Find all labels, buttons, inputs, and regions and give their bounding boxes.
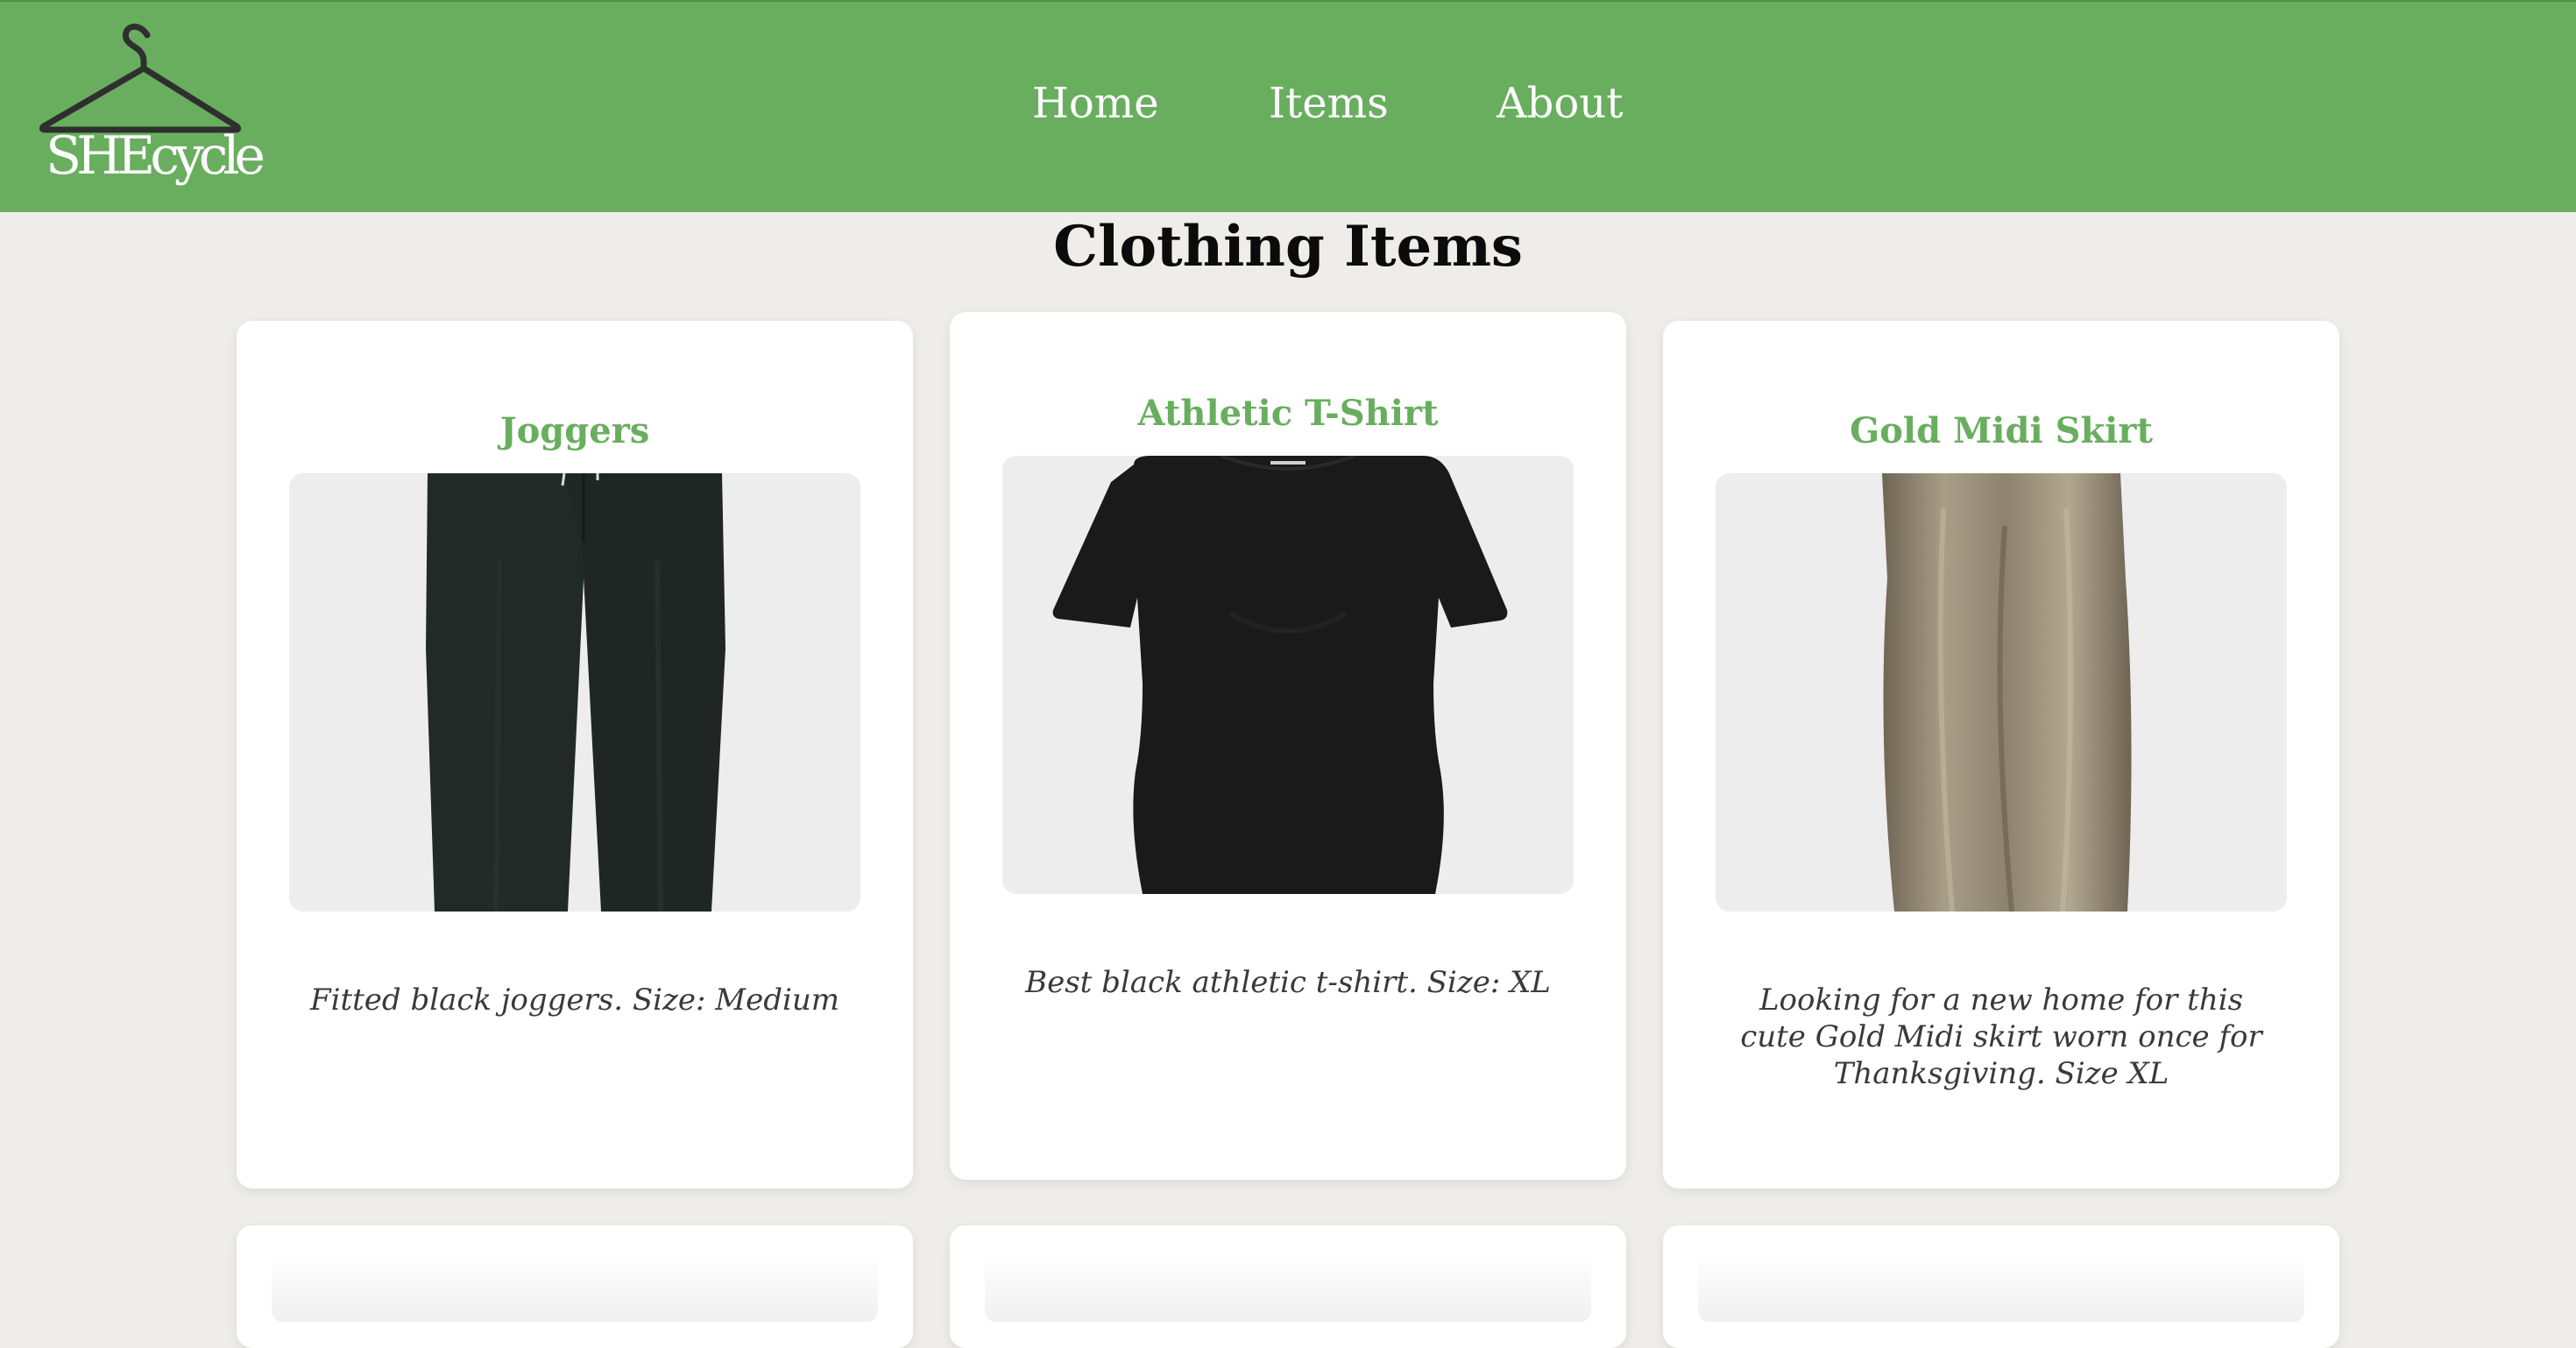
site-header: SHEcycle Home Items About	[0, 0, 2576, 212]
tshirt-image[interactable]	[1002, 456, 1574, 894]
item-card-athletic-tshirt[interactable]: Athletic T-Shirt Best black athletic t-s…	[950, 312, 1626, 1180]
item-description: Best black athletic t-shirt. Size: XL	[1025, 965, 1551, 1000]
joggers-image[interactable]	[289, 473, 860, 912]
item-image-placeholder	[272, 1252, 878, 1322]
item-image-placeholder	[1698, 1252, 2304, 1322]
nav-about-link[interactable]: About	[1497, 79, 1624, 130]
skirt-image[interactable]	[1716, 473, 2287, 912]
item-card[interactable]	[950, 1225, 1626, 1348]
item-card-gold-midi-skirt[interactable]: Gold Midi Skirt Looking for a new home f…	[1663, 321, 2339, 1188]
item-description: Fitted black joggers. Size: Medium	[310, 983, 839, 1018]
page-title: Clothing Items	[1053, 214, 1523, 280]
item-card-joggers[interactable]: Joggers Fitted black joggers. Size: Medi…	[237, 321, 913, 1188]
item-title[interactable]: Athletic T-Shirt	[950, 393, 1626, 435]
item-title[interactable]: Joggers	[237, 410, 913, 452]
item-title[interactable]: Gold Midi Skirt	[1663, 410, 2339, 452]
nav-items-link[interactable]: Items	[1269, 79, 1389, 130]
item-image-placeholder	[985, 1252, 1591, 1322]
main-nav: Home Items About	[0, 2, 2576, 214]
item-card[interactable]	[237, 1225, 913, 1348]
item-description: Looking for a new home for this cute Gol…	[1740, 983, 2262, 1091]
item-card[interactable]	[1663, 1225, 2339, 1348]
nav-home-link[interactable]: Home	[1032, 79, 1159, 130]
